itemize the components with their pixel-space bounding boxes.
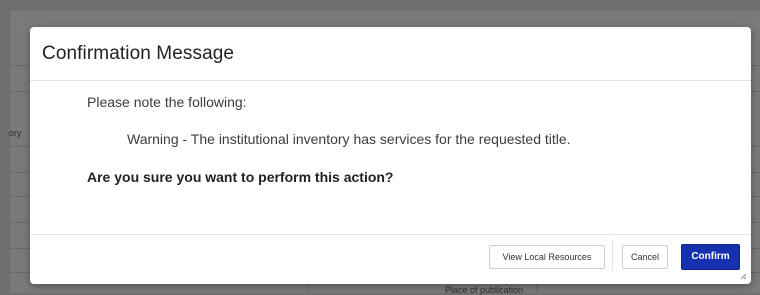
dialog-title: Confirmation Message [42,43,235,64]
warning-message: Warning - The institutional inventory ha… [127,131,571,147]
note-intro-text: Please note the following: [87,94,247,110]
confirmation-question: Are you sure you want to perform this ac… [87,169,394,185]
cancel-button[interactable]: Cancel [622,245,668,269]
confirm-button[interactable]: Confirm [681,244,740,270]
background-field-label: ory [9,128,22,138]
view-local-resources-button[interactable]: View Local Resources [489,245,605,269]
confirmation-dialog: Confirmation Message Please note the fol… [30,27,751,284]
background-place-of-publication-label: Place of publication [445,285,524,295]
footer-button-divider [612,239,613,271]
dialog-header: Confirmation Message [30,27,751,81]
resize-grip-icon[interactable] [739,272,747,280]
dialog-footer-divider [30,234,751,235]
